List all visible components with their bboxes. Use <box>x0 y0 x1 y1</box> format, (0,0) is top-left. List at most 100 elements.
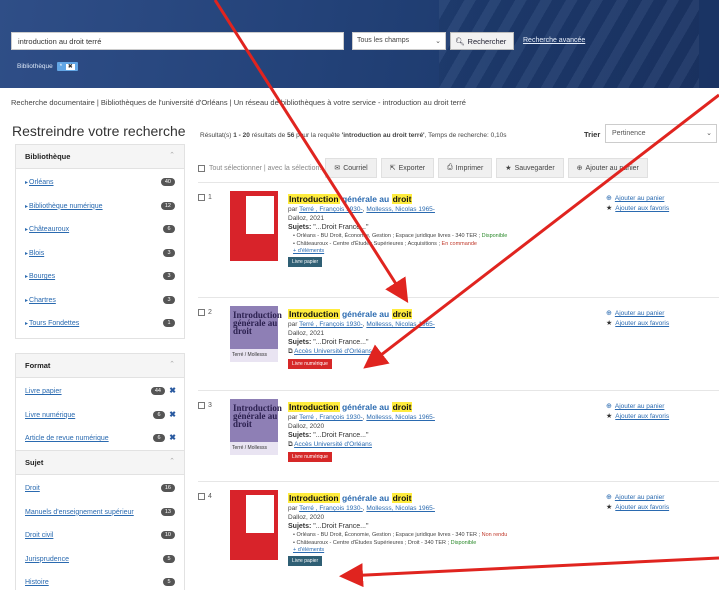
add-to-favorites-link[interactable]: ★ Ajouter aux favoris <box>606 204 669 214</box>
facet-item-link[interactable]: Livre papier <box>25 388 62 395</box>
add-to-favorites-link[interactable]: ★ Ajouter aux favoris <box>606 319 669 329</box>
search-button[interactable]: 🔍︎ Rechercher <box>450 32 514 50</box>
email-button[interactable]: ✉ Courriel <box>325 158 377 178</box>
add-to-cart-label[interactable]: Ajouter au panier <box>615 402 665 412</box>
facet-item-link[interactable]: Bibliothèque numérique <box>29 203 103 210</box>
facet-title: Format <box>25 361 51 370</box>
more-link[interactable]: + d'éléments <box>293 547 324 553</box>
export-button[interactable]: ⇱ Exporter <box>380 158 435 178</box>
facet-header[interactable]: Format ⌃ <box>16 354 184 378</box>
author-link[interactable]: Mollesss, Nicolas 1965- <box>366 414 435 421</box>
availability-location: Orléans - BU Droit, Économie, Gestion ; … <box>296 532 481 538</box>
access-link[interactable]: Accès Université d'Orléans <box>294 348 372 355</box>
facet-item[interactable]: Droit 16 <box>16 477 184 501</box>
facet-item-link[interactable]: Tours Fondettes <box>29 320 79 327</box>
facet-item-link[interactable]: Livre numérique <box>25 412 75 419</box>
add-to-favorites-link[interactable]: ★ Ajouter aux favoris <box>606 503 669 513</box>
facet-item[interactable]: Livre numérique 6 ✖ <box>16 404 184 428</box>
advanced-search-link[interactable]: Recherche avancée <box>523 37 585 44</box>
result-checkbox[interactable] <box>198 309 205 316</box>
facet-header[interactable]: Bibliothèque ⌃ <box>16 145 184 169</box>
site-header: introduction au droit terré Tous les cha… <box>0 0 719 88</box>
facet-item[interactable]: ▸ Châteauroux 6 <box>16 218 184 242</box>
add-to-favorites-link[interactable]: ★ Ajouter aux favoris <box>606 412 669 422</box>
add-to-favorites-label[interactable]: Ajouter aux favoris <box>615 204 669 214</box>
library-filter-chip[interactable]: * ✖ <box>56 62 78 71</box>
exclude-icon[interactable]: ✖ <box>169 386 176 395</box>
add-to-cart-label[interactable]: Ajouter au panier <box>615 493 665 503</box>
facet-item[interactable]: ▸ Blois 3 <box>16 242 184 266</box>
author-link[interactable]: Mollesss, Nicolas 1965- <box>366 321 435 328</box>
add-to-cart-label[interactable]: Ajouter au panier <box>615 194 665 204</box>
plus-circle-icon: ⊕ <box>606 494 612 501</box>
result-checkbox[interactable] <box>198 493 205 500</box>
result-title[interactable]: Introduction générale au droit <box>288 193 598 205</box>
access-link[interactable]: Accès Université d'Orléans <box>294 441 372 448</box>
more-link[interactable]: + d'éléments <box>293 248 324 254</box>
print-button[interactable]: ⎙ Imprimer <box>438 158 493 178</box>
search-input[interactable]: introduction au droit terré <box>11 32 344 50</box>
save-button[interactable]: ★ Sauvegarder <box>496 158 564 178</box>
author-link[interactable]: Mollesss, Nicolas 1965- <box>366 505 435 512</box>
add-to-cart-button[interactable]: ⊕ Ajouter au panier <box>567 158 648 178</box>
result-title[interactable]: Introduction générale au droit <box>288 308 598 320</box>
facet-item-link[interactable]: Droit <box>25 485 40 492</box>
exclude-icon[interactable]: ✖ <box>169 410 176 419</box>
availability-location: Châteauroux - Centre d'Études Supérieure… <box>296 241 440 247</box>
facet-item-link[interactable]: Droit civil <box>25 532 53 539</box>
author-link[interactable]: Terré , François 1930- <box>299 505 363 512</box>
book-cover[interactable] <box>230 191 278 261</box>
facet-item-link[interactable]: Blois <box>29 250 44 257</box>
facet-header[interactable]: Sujet ⌃ <box>16 451 184 475</box>
add-to-cart-link[interactable]: ⊕ Ajouter au panier <box>606 309 669 319</box>
book-cover[interactable]: Introduction générale au droit Terré / Mo… <box>230 306 282 362</box>
author-link[interactable]: Terré , François 1930- <box>299 206 363 213</box>
sort-select[interactable]: Pertinence ⌄ <box>605 124 717 143</box>
facet-item-link[interactable]: Châteauroux <box>29 226 69 233</box>
facet-item-link[interactable]: Orléans <box>29 179 54 186</box>
add-to-cart-link[interactable]: ⊕ Ajouter au panier <box>606 493 669 503</box>
facet-item[interactable]: ▸ Chartres 3 <box>16 289 184 313</box>
add-to-favorites-label[interactable]: Ajouter aux favoris <box>615 503 669 513</box>
result-title[interactable]: Introduction générale au droit <box>288 492 598 504</box>
facet-item-link[interactable]: Article de revue numérique <box>25 435 109 442</box>
title-highlight: droit <box>391 194 413 204</box>
facet-item[interactable]: ▸ Tours Fondettes 1 <box>16 312 184 336</box>
facet-item[interactable]: ▸ Bourges 3 <box>16 265 184 289</box>
facet-item[interactable]: ▸ Bibliothèque numérique 12 <box>16 195 184 219</box>
facet-item[interactable]: Manuels d'enseignement supérieur 13 <box>16 501 184 525</box>
author-link[interactable]: Terré , François 1930- <box>299 321 363 328</box>
facet-item-link[interactable]: Histoire <box>25 579 49 586</box>
facet-item-link[interactable]: Manuels d'enseignement supérieur <box>25 509 134 516</box>
select-all-checkbox[interactable] <box>198 164 205 172</box>
exclude-icon[interactable]: ✖ <box>169 433 176 442</box>
facet-item[interactable]: Article de revue numérique 6 ✖ <box>16 427 184 451</box>
book-cover[interactable] <box>230 490 278 560</box>
add-to-favorites-label[interactable]: Ajouter aux favoris <box>615 319 669 329</box>
facet-item[interactable]: Droit civil 10 <box>16 524 184 548</box>
facet-item[interactable]: ▸ Orléans 40 <box>16 171 184 195</box>
facet-item-link[interactable]: Bourges <box>29 273 55 280</box>
add-to-favorites-label[interactable]: Ajouter aux favoris <box>615 412 669 422</box>
remove-icon[interactable]: ✖ <box>65 64 75 70</box>
facet-item-link[interactable]: Jurisprudence <box>25 556 69 563</box>
author-link[interactable]: Terré , François 1930- <box>299 414 363 421</box>
results-time: , Temps de recherche: 0,10s <box>424 132 507 139</box>
add-to-cart-link[interactable]: ⊕ Ajouter au panier <box>606 402 669 412</box>
author-link[interactable]: Mollesss, Nicolas 1965- <box>366 206 435 213</box>
result-title[interactable]: Introduction générale au droit <box>288 401 598 413</box>
facet-item-link[interactable]: Chartres <box>29 297 56 304</box>
facet-item[interactable]: Livre papier 44 ✖ <box>16 380 184 404</box>
result-publisher: Dalloz, 2021 <box>288 215 325 222</box>
add-to-cart-label[interactable]: Ajouter au panier <box>615 309 665 319</box>
add-to-cart-link[interactable]: ⊕ Ajouter au panier <box>606 194 669 204</box>
search-scope-select[interactable]: Tous les champs ⌄ <box>352 32 446 50</box>
result-checkbox[interactable] <box>198 194 205 201</box>
result-checkbox[interactable] <box>198 402 205 409</box>
facet-item[interactable]: Histoire 5 <box>16 571 184 590</box>
caret-right-icon: ▸ <box>25 321 29 328</box>
book-cover[interactable]: Introduction générale au droit Terré / Mo… <box>230 399 282 455</box>
facet-item[interactable]: Jurisprudence 5 <box>16 548 184 572</box>
by-label: par <box>288 206 298 213</box>
library-filter-chip-value: * <box>59 64 63 70</box>
